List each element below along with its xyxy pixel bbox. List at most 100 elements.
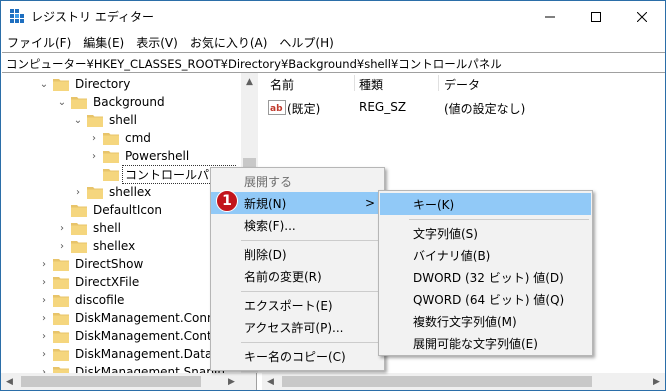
chevron-right-icon[interactable]: › <box>57 237 67 255</box>
chevron-right-icon[interactable]: › <box>89 147 99 165</box>
tree-horizontal-scrollbar[interactable]: ◀ ▶ <box>1 373 257 390</box>
scroll-up-icon[interactable]: ▲ <box>241 73 258 90</box>
menu-item-new-key[interactable]: キー(K) <box>380 193 591 215</box>
column-header-type[interactable]: 種類 <box>359 76 383 93</box>
new-submenu: キー(K) 文字列値(S) バイナリ値(B) DWORD (32 ビット) 値(… <box>378 190 593 356</box>
values-horizontal-scrollbar[interactable]: ◀ ▶ <box>262 373 665 390</box>
tree-item-label: DiskManagement.SnapIn <box>75 365 225 373</box>
menu-item-permissions[interactable]: アクセス許可(P)... <box>211 316 384 338</box>
tree-item-cmd[interactable]: › cmd <box>89 129 153 147</box>
menu-item-copy-key-name[interactable]: キー名のコピー(C) <box>211 345 384 367</box>
step-badge: 1 <box>216 190 238 212</box>
close-button[interactable] <box>619 1 665 32</box>
scroll-thumb[interactable] <box>282 376 592 387</box>
folder-icon <box>87 114 103 127</box>
chevron-right-icon[interactable]: › <box>89 129 99 147</box>
table-row[interactable]: ab (既定) REG_SZ (値の設定なし) <box>262 99 665 117</box>
tree-item-diskmanagement-control[interactable]: › DiskManagement.Control <box>39 327 229 345</box>
tree-item-label: discofile <box>75 293 125 307</box>
chevron-right-icon[interactable]: › <box>39 273 49 291</box>
address-bar[interactable]: コンピューター¥HKEY_CLASSES_ROOT¥Directory¥Back… <box>2 52 665 73</box>
tree-item-diskmanagement-snapin[interactable]: › DiskManagement.SnapIn <box>39 363 227 373</box>
tree-item-shellex[interactable]: › shellex <box>73 183 153 201</box>
tree-item-label: Powershell <box>125 149 190 163</box>
tree-item-background[interactable]: ⌄ Background <box>57 93 167 111</box>
tree-item-directory[interactable]: ⌄ Directory <box>39 75 132 93</box>
tree-item-discofile[interactable]: › discofile <box>39 291 126 309</box>
title-bar: レジストリ エディター <box>1 1 665 32</box>
menu-item-string-value[interactable]: 文字列値(S) <box>380 222 591 244</box>
value-data: (値の設定なし) <box>444 102 526 116</box>
scroll-thumb[interactable] <box>21 376 201 387</box>
menu-item-find[interactable]: 検索(F)... <box>211 214 384 236</box>
tree-item-label: cmd <box>125 131 151 145</box>
folder-icon <box>103 132 119 145</box>
minimize-button[interactable] <box>527 1 573 32</box>
menu-separator <box>409 219 589 220</box>
menu-view[interactable]: 表示(V) <box>130 32 184 52</box>
scroll-right-icon[interactable]: ▶ <box>648 373 665 390</box>
menu-separator <box>241 342 381 343</box>
menu-item-label: 新規(N) <box>244 196 287 211</box>
tree-item-label: Background <box>93 95 165 109</box>
window-title: レジストリ エディター <box>31 10 154 24</box>
column-divider[interactable] <box>438 75 439 91</box>
menu-item-rename[interactable]: 名前の変更(R) <box>211 265 384 287</box>
menu-item-qword-value[interactable]: QWORD (64 ビット) 値(Q) <box>380 288 591 310</box>
tree-item-label: Directory <box>75 77 131 91</box>
tree-item-diskmanagement-connec[interactable]: › DiskManagement.Connec <box>39 309 231 327</box>
chevron-right-icon[interactable]: › <box>39 255 49 273</box>
chevron-down-icon[interactable]: ⌄ <box>73 111 83 129</box>
scroll-right-icon[interactable]: ▶ <box>223 373 240 390</box>
tree-item-label: DiskManagement.Control <box>75 329 228 343</box>
tree-item-shellex-2[interactable]: › shellex <box>57 237 137 255</box>
chevron-right-icon[interactable]: › <box>57 219 67 237</box>
menu-item-expand[interactable]: 展開する <box>211 170 384 192</box>
chevron-right-icon[interactable]: › <box>39 345 49 363</box>
chevron-right-icon[interactable]: › <box>39 327 49 345</box>
menu-item-export[interactable]: エクスポート(E) <box>211 294 384 316</box>
menu-item-expandable-string-value[interactable]: 展開可能な文字列値(E) <box>380 332 591 354</box>
tree-item-directxfile[interactable]: › DirectXFile <box>39 273 141 291</box>
folder-icon <box>53 330 69 343</box>
menu-help[interactable]: ヘルプ(H) <box>273 32 339 52</box>
scroll-left-icon[interactable]: ◀ <box>262 373 279 390</box>
menu-file[interactable]: ファイル(F) <box>1 32 77 52</box>
column-header-name[interactable]: 名前 <box>270 76 294 93</box>
scroll-left-icon[interactable]: ◀ <box>1 373 18 390</box>
chevron-right-icon[interactable]: › <box>39 309 49 327</box>
folder-icon <box>71 240 87 253</box>
column-divider[interactable] <box>354 75 355 91</box>
maximize-button[interactable] <box>573 1 619 32</box>
chevron-right-icon[interactable]: › <box>73 183 83 201</box>
tree-item-shell-2[interactable]: › shell <box>57 219 123 237</box>
chevron-down-icon[interactable]: ⌄ <box>39 75 49 93</box>
menu-item-multi-string-value[interactable]: 複数行文字列値(M) <box>380 310 591 332</box>
menu-favorites[interactable]: お気に入り(A) <box>184 32 274 52</box>
tree-item-shell[interactable]: ⌄ shell <box>73 111 139 129</box>
menu-item-dword-value[interactable]: DWORD (32 ビット) 値(D) <box>380 266 591 288</box>
tree-item-label: DirectShow <box>75 257 144 271</box>
menu-item-delete[interactable]: 削除(D) <box>211 243 384 265</box>
column-header-data[interactable]: データ <box>444 76 480 93</box>
folder-icon <box>103 150 119 163</box>
tree-item-powershell[interactable]: › Powershell <box>89 147 191 165</box>
registry-editor-window: レジストリ エディター ファイル(F) 編集(E) 表示(V) お気に入り(A)… <box>0 0 666 391</box>
folder-icon <box>53 366 69 373</box>
tree-item-diskmanagement-dataob[interactable]: › DiskManagement.DataOb <box>39 345 231 363</box>
tree-item-defaulticon[interactable]: DefaultIcon <box>57 201 164 219</box>
chevron-right-icon[interactable]: › <box>39 291 49 309</box>
string-value-icon: ab <box>268 100 286 115</box>
folder-icon <box>53 348 69 361</box>
chevron-right-icon[interactable]: › <box>39 363 49 374</box>
tree-item-directshow[interactable]: › DirectShow <box>39 255 145 273</box>
tree-item-label: shellex <box>109 185 152 199</box>
chevron-down-icon[interactable]: ⌄ <box>57 93 67 111</box>
menu-item-binary-value[interactable]: バイナリ値(B) <box>380 244 591 266</box>
tree-item-label: DiskManagement.Connec <box>75 311 229 325</box>
folder-icon <box>53 312 69 325</box>
folder-icon <box>71 204 87 217</box>
folder-icon <box>53 78 69 91</box>
menu-edit[interactable]: 編集(E) <box>77 32 130 52</box>
